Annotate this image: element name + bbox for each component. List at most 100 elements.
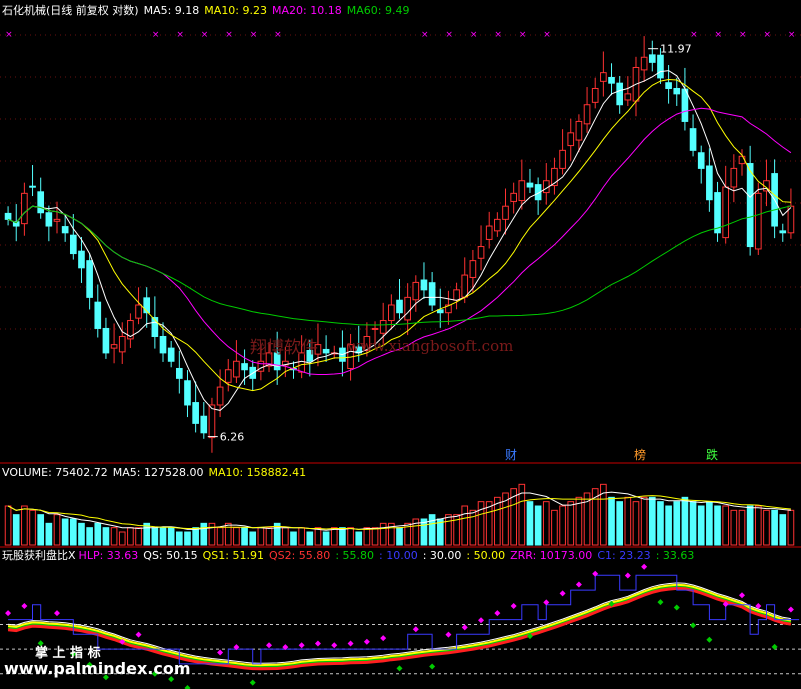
profit-diamond-marker <box>575 581 582 588</box>
loss-diamond-marker <box>429 663 436 670</box>
volume-bar-down <box>779 514 787 546</box>
volume-bar-down <box>249 531 257 546</box>
c1-readout: C1: 23.23 <box>597 549 651 562</box>
candle-down <box>746 163 754 248</box>
volume-bar-up <box>730 509 738 546</box>
candle-down <box>167 347 175 362</box>
volume-bar-down <box>665 505 672 546</box>
volume-bar-down <box>681 496 689 546</box>
candle-up <box>110 344 118 349</box>
candle-up <box>494 218 501 232</box>
volume-bar-down <box>175 531 183 546</box>
volume-bar-up <box>567 501 575 546</box>
volume-bar-up <box>265 527 273 546</box>
qs1-readout: QS1: 51.91 <box>202 549 264 562</box>
hlp-readout: HLP: 33.63 <box>78 549 139 562</box>
loss-diamond-marker <box>396 665 403 672</box>
v4-readout: : 50.00 <box>466 549 506 562</box>
candle-down <box>175 367 183 379</box>
candle-up <box>208 404 216 439</box>
candle-up <box>730 167 738 188</box>
profit-diamond-marker <box>559 590 566 597</box>
price-header: 石化机械(日线 前复权 对数) MA5: 9.18 MA10: 9.23 MA20: … <box>2 4 414 18</box>
price-title: 石化机械(日线 前复权 对数) <box>2 4 139 17</box>
volume-bar-up <box>21 505 28 546</box>
candle-up <box>388 304 395 322</box>
vol-ma5-readout: MA5: 127528.00 <box>112 466 204 479</box>
candle-up <box>477 246 485 259</box>
volume-bar-up <box>208 522 216 546</box>
volume-bar-down <box>746 505 754 546</box>
volume-bar-down <box>648 496 656 546</box>
candle-up <box>135 304 142 319</box>
candle-down <box>61 226 69 234</box>
volume-bar-up <box>485 501 493 546</box>
signal-cross-mark: × <box>201 30 209 40</box>
ma60-readout: MA60: 9.49 <box>346 4 410 17</box>
volume-bar-up <box>722 505 730 546</box>
candle-up <box>233 360 240 378</box>
volume-bar-down <box>290 531 297 546</box>
candle-down <box>69 234 77 255</box>
volume-bar-down <box>534 505 542 546</box>
candle-up <box>224 369 232 383</box>
ma10-readout: MA10: 9.23 <box>204 4 268 17</box>
loss-diamond-marker <box>673 604 680 611</box>
volume-bar-down <box>12 514 20 546</box>
signal-cross-mark: × <box>250 30 258 40</box>
v5-readout: : 33.63 <box>655 549 695 562</box>
stock-chart-window: × × × × × × × × × × × × × × × × × × 11.97 6.26 财 榜 跌 石化机械(日线 前… <box>0 0 801 689</box>
profit-diamond-marker <box>412 626 419 633</box>
candle-down <box>200 415 208 434</box>
profit-diamond-marker <box>298 642 305 649</box>
candle-down <box>714 192 721 234</box>
profit-diamond-marker <box>266 642 273 649</box>
candle-up <box>502 205 509 220</box>
ma20-readout: MA20: 10.18 <box>272 4 342 17</box>
volume-bar-up <box>314 527 322 546</box>
volume-bar-down <box>689 501 697 546</box>
volume-bar-down <box>339 527 346 546</box>
volume-bar-down <box>771 509 778 546</box>
candle-down <box>29 185 36 188</box>
profit-diamond-marker <box>738 592 745 599</box>
signal-cross-mark: × <box>739 30 747 40</box>
candle-up <box>583 104 591 125</box>
candle-down <box>526 182 534 188</box>
candle-up <box>453 289 460 301</box>
candle-down <box>420 279 428 291</box>
volume-bar-up <box>363 527 371 546</box>
volume-bar-up <box>787 509 795 546</box>
loss-diamond-marker <box>657 599 664 606</box>
volume-bar-down <box>159 527 167 546</box>
candle-down <box>86 260 93 298</box>
volume-bar-up <box>224 522 232 546</box>
volume-bar-up <box>575 496 583 546</box>
volume-bar-up <box>135 527 142 546</box>
candle-down <box>322 348 330 354</box>
loss-diamond-marker <box>706 636 713 643</box>
event-label-bang: 榜 <box>634 447 646 462</box>
profit-diamond-marker <box>624 572 631 579</box>
candle-down <box>428 282 436 306</box>
candle-up <box>404 296 411 321</box>
candle-down <box>192 402 199 424</box>
signal-cross-mark: × <box>763 30 771 40</box>
candle-down <box>608 76 615 84</box>
profit-diamond-marker <box>363 638 370 645</box>
signal-cross-mark: × <box>152 30 160 40</box>
signal-cross-mark: × <box>543 30 551 40</box>
profit-diamond-marker <box>21 602 28 609</box>
volume-bar-down <box>673 501 681 546</box>
profit-diamond-marker <box>5 610 12 617</box>
volume-bar-down <box>714 505 721 546</box>
indicator-name: 玩股获利盘比X <box>2 549 76 562</box>
signal-cross-mark: × <box>494 30 502 40</box>
event-label-die: 跌 <box>706 447 718 462</box>
candle-up <box>787 205 795 234</box>
profit-diamond-marker <box>54 610 61 617</box>
candle-up <box>53 218 61 222</box>
volume-bar-up <box>347 527 354 546</box>
signal-cross-mark: × <box>274 30 282 40</box>
volume-bar-up <box>738 509 746 546</box>
